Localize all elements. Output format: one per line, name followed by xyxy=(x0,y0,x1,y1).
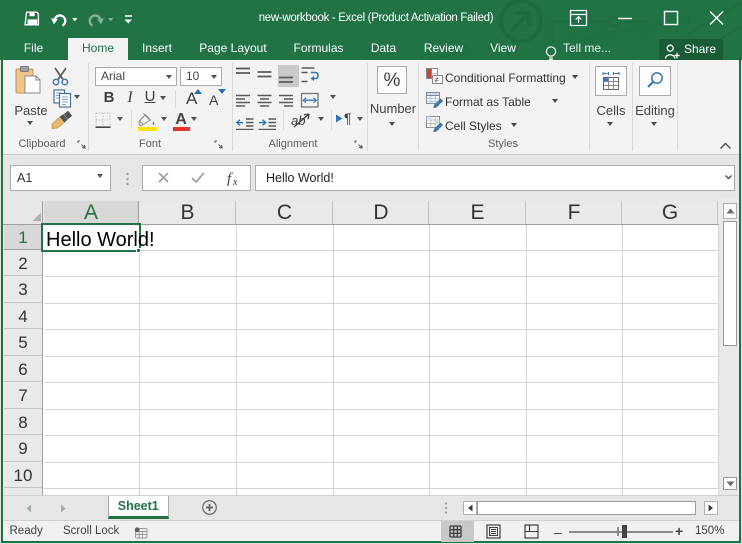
svg-text:≠: ≠ xyxy=(435,76,440,85)
svg-text:x: x xyxy=(232,177,238,188)
